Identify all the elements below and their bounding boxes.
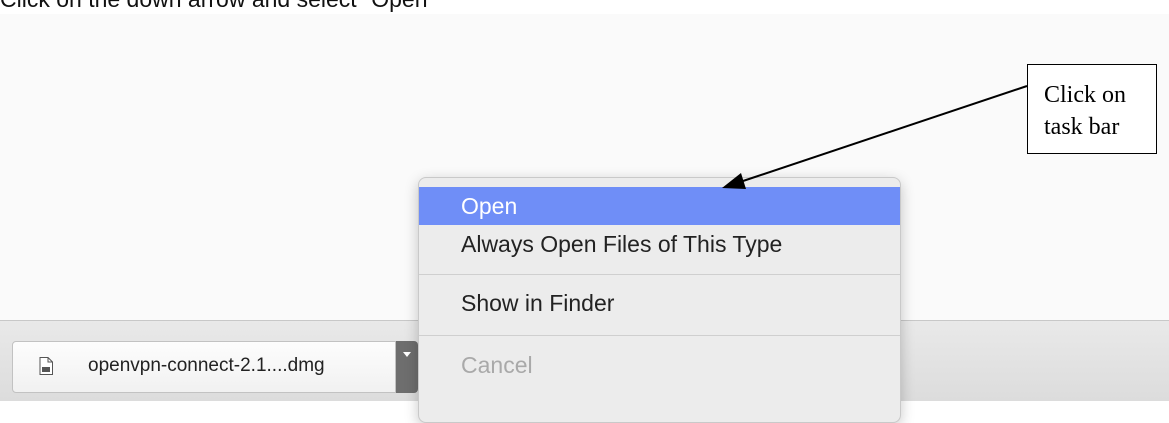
menu-item-open[interactable]: Open [419,187,900,225]
download-item[interactable]: openvpn-connect-2.1....dmg [12,341,396,393]
download-file-name: openvpn-connect-2.1....dmg [88,355,325,376]
document-icon [39,357,53,375]
chevron-down-icon [403,352,411,357]
menu-item-show-in-finder[interactable]: Show in Finder [419,284,900,322]
menu-separator [419,274,900,275]
menu-separator [419,335,900,336]
download-dropdown-toggle[interactable] [396,341,418,393]
callout-line-1: Click on [1044,82,1126,108]
callout-box: Click on task bar [1027,64,1157,154]
callout-line-2: task bar [1044,114,1120,140]
instruction-text: Click on the down arrow and select "Open… [0,0,436,13]
download-context-menu: Open Always Open Files of This Type Show… [418,177,901,423]
menu-item-always-open[interactable]: Always Open Files of This Type [419,225,900,263]
menu-item-cancel: Cancel [461,352,533,378]
